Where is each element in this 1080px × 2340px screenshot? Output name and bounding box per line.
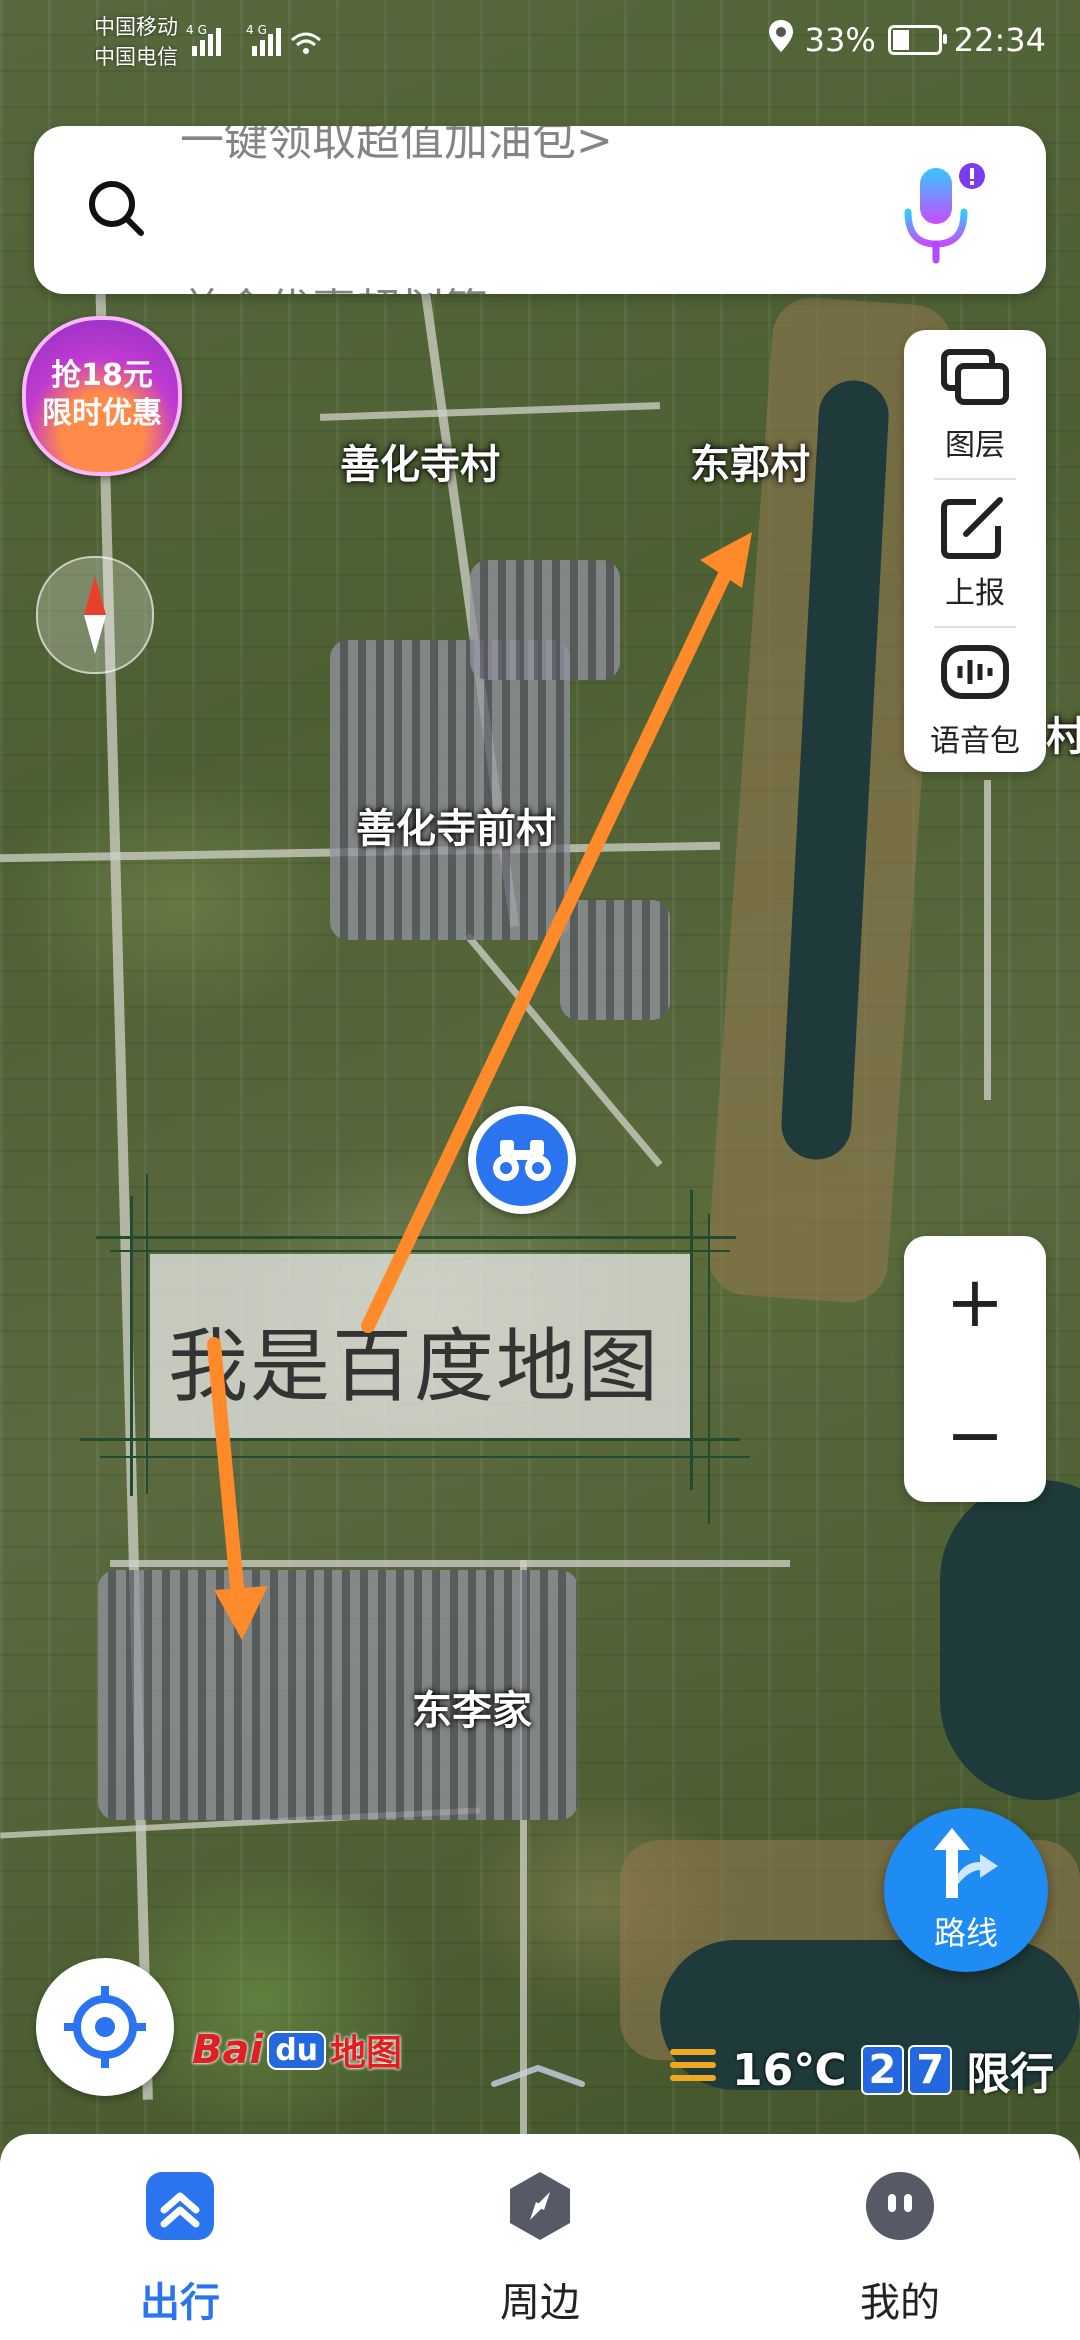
profile-icon	[866, 2172, 934, 2240]
location-marker[interactable]	[468, 1106, 576, 1214]
compass-button[interactable]	[36, 556, 154, 674]
nearby-compass-icon	[510, 2172, 570, 2240]
search-hint-scroll: 美食优惠超划算	[180, 274, 488, 294]
svg-text:4G: 4G	[246, 23, 271, 37]
search-bar[interactable]: 一键领取超值加油包> 美食优惠超划算	[34, 126, 1046, 294]
voice-mic-icon[interactable]	[896, 160, 986, 270]
battery-percent: 33%	[804, 21, 876, 59]
voice-pack-icon	[941, 645, 1009, 699]
report-label: 上报	[945, 576, 1005, 611]
route-arrow-icon	[934, 1828, 998, 1898]
tab-label: 出行	[140, 2280, 220, 2326]
weather-widget[interactable]: 16℃ 2 7 限行	[668, 2040, 1054, 2100]
promo-line: 限时优惠	[42, 396, 162, 431]
promo-badge[interactable]: 抢18元 限时优惠	[22, 316, 182, 476]
signal-icon: 4G 4G	[186, 20, 326, 66]
pull-up-handle-icon[interactable]	[488, 2064, 588, 2088]
tab-label: 周边	[500, 2280, 580, 2326]
voice-pack-label: 语音包	[930, 724, 1020, 759]
logo-text: du	[267, 2030, 327, 2070]
route-button[interactable]: 路线	[884, 1808, 1048, 1972]
binoculars-icon	[476, 1114, 568, 1206]
layers-button[interactable]: 图层	[904, 330, 1046, 476]
compass-icon	[84, 576, 106, 654]
carrier-labels: 中国移动 中国电信	[94, 12, 178, 72]
zoom-out-button[interactable]: −	[904, 1369, 1046, 1502]
layers-label: 图层	[945, 428, 1005, 463]
layers-icon	[941, 349, 1009, 405]
status-bar: 中国移动 中国电信 4G 4G 33% 22:34	[0, 0, 1080, 90]
zoom-in-button[interactable]: +	[904, 1236, 1046, 1369]
status-right: 33% 22:34	[768, 20, 1046, 60]
bottom-nav: 出行 周边 我的	[0, 2134, 1080, 2340]
temperature: 16℃	[732, 2044, 847, 2096]
svg-text:4G: 4G	[186, 23, 211, 37]
carrier-name: 中国电信	[94, 45, 178, 69]
search-icon[interactable]	[86, 178, 146, 238]
zoom-control: + −	[904, 1236, 1046, 1502]
clock: 22:34	[953, 21, 1046, 59]
edit-icon	[941, 497, 1003, 559]
restriction-label: 限行	[966, 2049, 1055, 2100]
plate-digit: 2	[860, 2045, 905, 2095]
voice-pack-button[interactable]: 语音包	[904, 626, 1046, 772]
carrier-name: 中国移动	[94, 15, 178, 39]
report-button[interactable]: 上报	[904, 478, 1046, 624]
logo-text: 地图	[330, 2033, 403, 2074]
tab-label: 我的	[860, 2280, 940, 2326]
map-screen: 善化寺村 东郭村 善化寺前村 东李家 村 我是百度地图 中国移动 中国电信 4G…	[0, 0, 1080, 2340]
travel-icon	[146, 2172, 214, 2240]
weather-icon	[668, 2045, 718, 2096]
battery-icon	[887, 25, 947, 55]
location-pin-icon	[768, 20, 793, 60]
route-label: 路线	[933, 1914, 998, 1952]
search-hint-scroll: 一键领取超值加油包>	[180, 126, 613, 166]
map-tools-panel: 图层 上报 语音包	[904, 330, 1046, 772]
plate-numbers: 2 7	[860, 2045, 953, 2095]
plate-digit: 7	[908, 2045, 953, 2095]
locate-icon	[64, 1986, 146, 2068]
locate-button[interactable]	[36, 1958, 174, 2096]
baidu-logo: Bai du 地图	[192, 2018, 402, 2082]
logo-text: Bai	[192, 2027, 264, 2073]
